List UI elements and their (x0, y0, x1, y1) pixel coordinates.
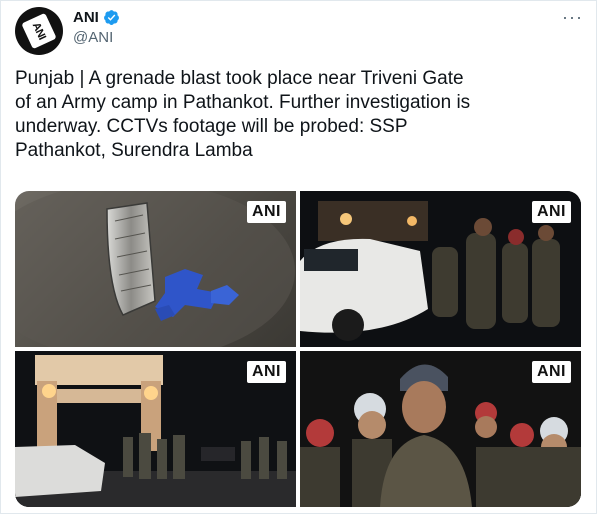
verified-badge-icon (103, 10, 119, 25)
tweet-text: Punjab | A grenade blast took place near… (15, 68, 471, 161)
photo-vehicle-at-night[interactable]: ANI (300, 191, 581, 347)
media-grid[interactable]: ANI ANI ANI ANI (15, 191, 581, 507)
watermark: ANI (246, 201, 286, 223)
avatar[interactable]: ANI (15, 7, 63, 55)
ani-logo: ANI (21, 12, 57, 50)
tweet-header: ANI ANI @ANI ··· (15, 7, 585, 55)
name-row: ANI (73, 9, 120, 26)
display-name[interactable]: ANI (73, 9, 99, 26)
photo-grenade-fragment[interactable]: ANI (15, 191, 296, 347)
more-options-icon[interactable]: ··· (562, 7, 583, 28)
watermark: ANI (246, 361, 286, 383)
watermark: ANI (531, 201, 571, 223)
photo-triveni-gate[interactable]: ANI (15, 351, 296, 507)
handle[interactable]: @ANI (73, 29, 113, 46)
photo-ssp-speaking[interactable]: ANI (300, 351, 581, 507)
watermark: ANI (531, 361, 571, 383)
